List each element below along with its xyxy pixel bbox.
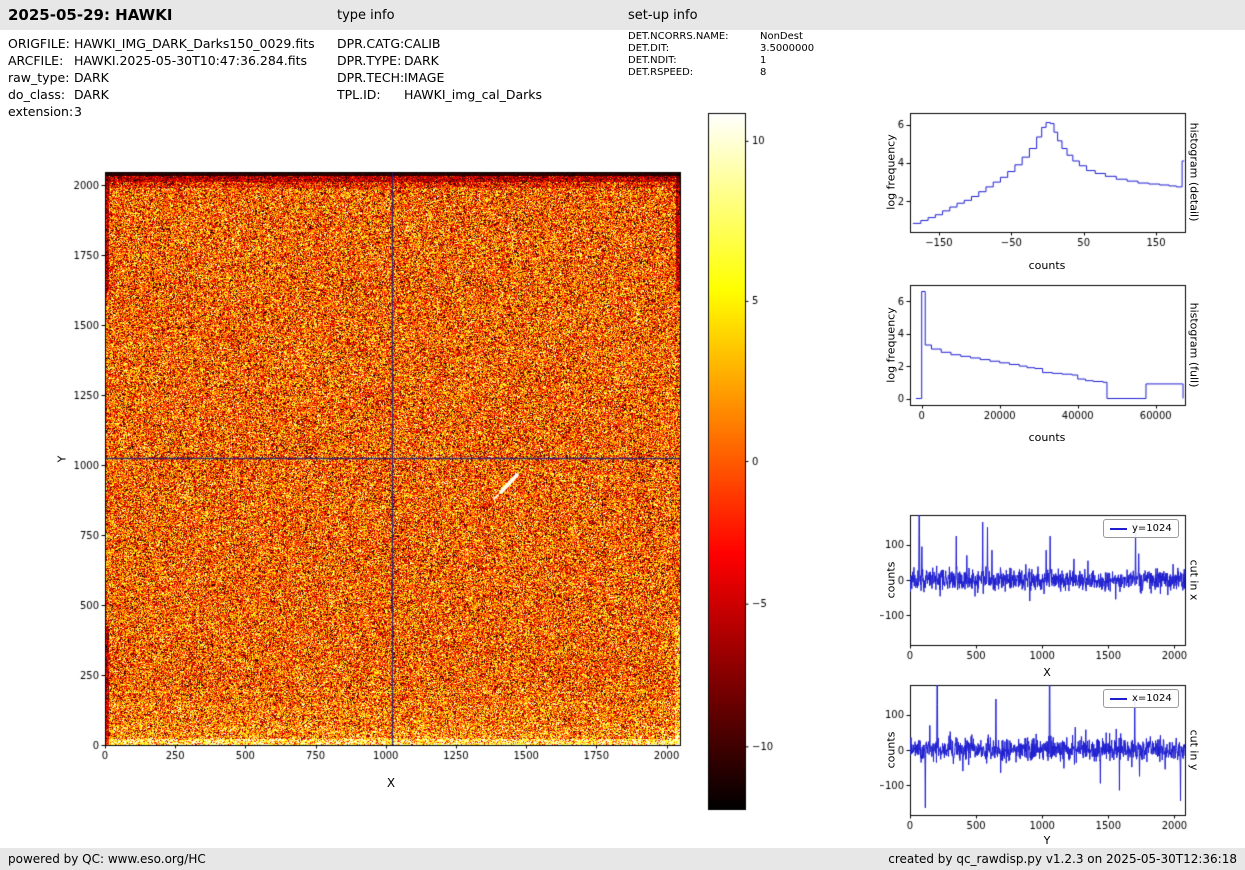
meta-value: 3: [74, 104, 82, 119]
cut-x-side-label: cut in x: [1187, 559, 1201, 601]
detector-image-canvas: [55, 160, 715, 780]
legend-line-swatch: [1110, 697, 1127, 700]
hist-detail-side-label: histogram (detail): [1187, 122, 1201, 222]
cut-y-xlabel: Y: [1043, 834, 1051, 847]
cut-x-legend: y=1024: [1103, 519, 1179, 538]
setup-info-block: DET.NCORRS.NAME: NonDest DET.DIT: 3.500000…: [628, 31, 814, 79]
meta-value: 3.5000000: [760, 43, 815, 54]
page-title: 2025-05-29: HAWKI: [8, 6, 173, 24]
footer-left-text: powered by QC: www.eso.org/HC: [8, 852, 206, 866]
meta-value: DARK: [74, 87, 109, 102]
main-ylabel: Y: [55, 455, 69, 463]
meta-label: extension:: [8, 104, 74, 119]
legend-line-swatch: [1110, 527, 1127, 530]
meta-value: HAWKI.2025-05-30T10:47:36.284.fits: [74, 53, 307, 68]
meta-value: HAWKI_IMG_DARK_Darks150_0029.fits: [74, 36, 315, 51]
meta-label: DET.DIT:: [628, 43, 670, 54]
histogram-detail-canvas: [880, 104, 1200, 276]
hist-detail-ylabel: log frequency: [884, 134, 898, 210]
cut-y-ylabel: counts: [884, 731, 898, 769]
footer-bar: powered by QC: www.eso.org/HC created by…: [0, 848, 1245, 870]
hist-detail-xlabel: counts: [1028, 259, 1066, 272]
type-info-heading: type info: [337, 8, 395, 23]
meta-row: DPR.TYPE: DARK: [337, 52, 542, 69]
footer-right-text: created by qc_rawdisp.py v1.2.3 on 2025-…: [888, 852, 1237, 866]
meta-value: DARK: [74, 70, 109, 85]
cut-y-side-label: cut in y: [1187, 729, 1201, 771]
meta-value: DARK: [404, 53, 439, 68]
cut-y-legend: x=1024: [1103, 689, 1179, 708]
meta-row: DET.NCORRS.NAME: NonDest: [628, 31, 814, 43]
histogram-full-canvas: [880, 277, 1200, 449]
meta-row: do_class: DARK: [8, 86, 315, 103]
meta-label: do_class:: [8, 87, 66, 102]
legend-label: x=1024: [1132, 693, 1172, 704]
legend-label: y=1024: [1132, 523, 1172, 534]
meta-label: ORIGFILE:: [8, 36, 70, 51]
meta-label: DET.RSPEED:: [628, 67, 694, 78]
meta-label: TPL.ID:: [337, 87, 381, 102]
meta-row: ARCFILE: HAWKI.2025-05-30T10:47:36.284.fi…: [8, 52, 315, 69]
meta-label: DET.NCORRS.NAME:: [628, 31, 729, 42]
qc-report-page: 2025-05-29: HAWKI type info set-up info …: [0, 0, 1245, 870]
meta-row: TPL.ID: HAWKI_img_cal_Darks: [337, 86, 542, 103]
file-info-block: ORIGFILE: HAWKI_IMG_DARK_Darks150_0029.fi…: [8, 35, 315, 120]
hist-full-ylabel: log frequency: [884, 307, 898, 383]
meta-label: DET.NDIT:: [628, 55, 677, 66]
meta-row: DET.NDIT: 1: [628, 55, 814, 67]
main-xlabel: X: [386, 776, 396, 790]
meta-label: DPR.TECH:: [337, 70, 405, 85]
meta-value: CALIB: [404, 36, 441, 51]
meta-row: DET.DIT: 3.5000000: [628, 43, 814, 55]
type-info-block: DPR.CATG:CALIB DPR.TYPE: DARK DPR.TECH:IM…: [337, 35, 542, 103]
header-bar: 2025-05-29: HAWKI type info set-up info: [0, 0, 1245, 30]
meta-value: NonDest: [760, 31, 803, 42]
meta-value: HAWKI_img_cal_Darks: [404, 87, 543, 102]
cut-x-ylabel: counts: [884, 561, 898, 599]
meta-row: raw_type: DARK: [8, 69, 315, 86]
meta-row: DET.RSPEED: 8: [628, 67, 814, 79]
meta-label: DPR.CATG:: [337, 36, 405, 51]
hist-full-side-label: histogram (full): [1187, 302, 1201, 388]
colorbar-canvas: [706, 112, 791, 812]
meta-row: DPR.CATG:CALIB: [337, 35, 542, 52]
meta-value: IMAGE: [404, 70, 445, 85]
meta-value: 8: [760, 67, 767, 78]
meta-label: raw_type:: [8, 70, 70, 85]
meta-row: extension:3: [8, 103, 315, 120]
meta-row: DPR.TECH:IMAGE: [337, 69, 542, 86]
meta-row: ORIGFILE: HAWKI_IMG_DARK_Darks150_0029.fi…: [8, 35, 315, 52]
setup-info-heading: set-up info: [628, 8, 698, 23]
meta-value: 1: [760, 55, 767, 66]
meta-label: ARCFILE:: [8, 53, 64, 68]
hist-full-xlabel: counts: [1028, 431, 1066, 444]
meta-label: DPR.TYPE:: [337, 53, 402, 68]
